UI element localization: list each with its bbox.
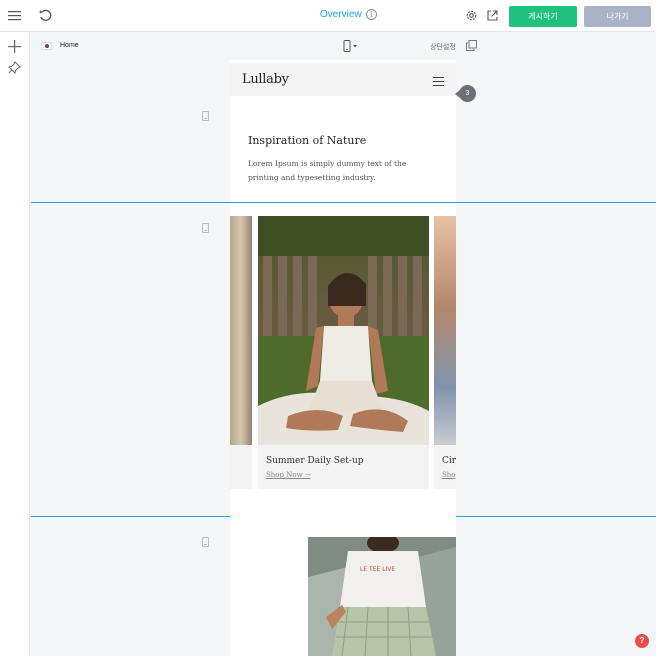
mobile-visibility-icon[interactable]	[202, 111, 209, 121]
tshirt-photo[interactable]: LE TEE LIVE	[308, 537, 456, 656]
shop-now-link[interactable]: Shop Now →	[266, 471, 311, 479]
mobile-visibility-icon[interactable]	[202, 223, 209, 233]
slide-caption-main: Summer Daily Set-up Shop Now →	[258, 445, 429, 489]
slide-title: Summer Daily Set-up	[266, 456, 364, 466]
mobile-device-icon[interactable]	[342, 40, 358, 52]
tshirt-print: LE TEE LIVE	[360, 566, 395, 573]
section-intro[interactable]: Lullaby 3 Inspiration of Nature Lorem Ip…	[31, 60, 656, 202]
overview-link[interactable]: Overview i	[320, 9, 377, 20]
gear-icon[interactable]	[465, 9, 478, 22]
chevron-right-icon[interactable]: ›	[429, 333, 437, 347]
page-bar: Home 상단설정	[31, 32, 656, 60]
copy-icon[interactable]	[466, 40, 477, 51]
slide-image-main[interactable]	[258, 216, 429, 445]
woman-sitting-photo	[258, 216, 429, 445]
slide-image-prev[interactable]	[230, 216, 252, 445]
pin-icon[interactable]	[8, 61, 21, 74]
flag-icon	[41, 42, 52, 50]
slide-image-next[interactable]	[434, 216, 456, 445]
section-settings-link[interactable]: 상단설정	[430, 42, 456, 52]
section-count-badge[interactable]: 3	[455, 85, 476, 102]
site-logo[interactable]: Lullaby	[242, 72, 289, 87]
intro-body: Lorem Ipsum is simply dummy text of the …	[248, 159, 407, 182]
slide-caption-prev	[230, 445, 252, 489]
exit-button[interactable]: 나가기	[584, 6, 651, 27]
section-slider[interactable]: Summer Daily Set-up Shop Now → Cir Sho ‹…	[31, 202, 656, 518]
slide-title: Cir	[442, 456, 456, 466]
hamburger-menu-icon[interactable]	[433, 77, 444, 86]
overview-label: Overview	[320, 9, 362, 20]
site-header[interactable]: Lullaby	[230, 63, 456, 96]
page-selector[interactable]: Home	[60, 42, 79, 49]
top-toolbar: Overview i 게시하기 나가기	[0, 0, 656, 32]
woman-tshirt-photo: LE TEE LIVE	[308, 537, 456, 656]
section-photo[interactable]: LE TEE LIVE	[31, 517, 656, 656]
editor-canvas: Lullaby 3 Inspiration of Nature Lorem Ip…	[31, 60, 656, 656]
intro-heading: Inspiration of Nature	[248, 134, 367, 147]
chevron-left-icon[interactable]: ‹	[253, 333, 261, 347]
intro-text-block: Inspiration of Nature Lorem Ipsum is sim…	[230, 96, 456, 202]
info-icon[interactable]: i	[365, 9, 377, 20]
left-toolbar	[0, 32, 30, 656]
slide-caption-next: Cir Sho	[434, 445, 456, 489]
plus-icon[interactable]	[8, 40, 21, 53]
undo-icon[interactable]	[38, 8, 53, 23]
help-button[interactable]: ?	[635, 634, 649, 648]
menu-icon[interactable]	[8, 9, 21, 22]
mobile-visibility-icon[interactable]	[202, 537, 209, 547]
publish-button[interactable]: 게시하기	[509, 6, 577, 27]
shop-now-link[interactable]: Sho	[442, 471, 456, 479]
external-link-icon[interactable]	[486, 9, 499, 22]
